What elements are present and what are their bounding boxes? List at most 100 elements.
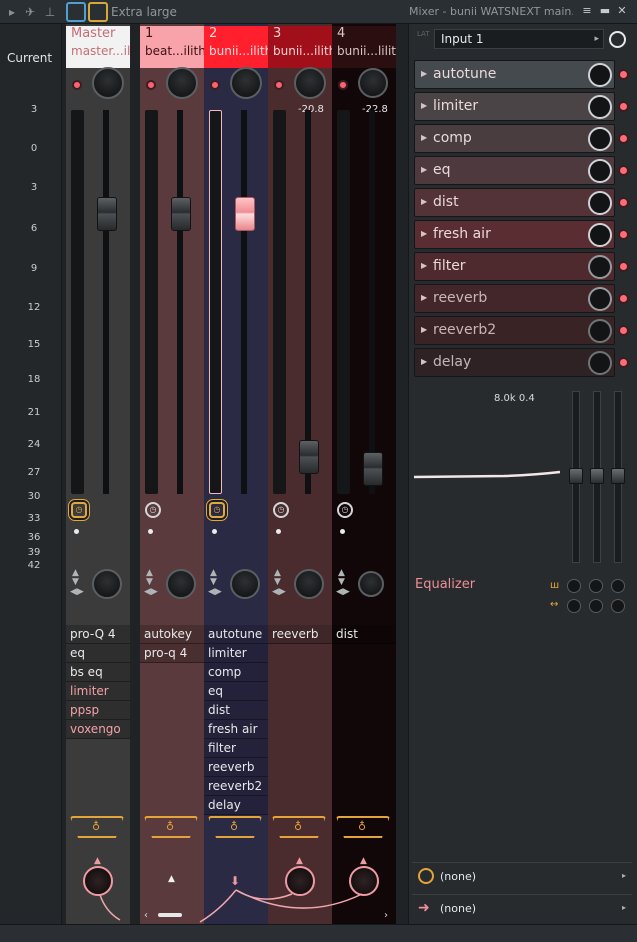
- fx-slot[interactable]: pro-Q 4: [66, 625, 130, 644]
- swap-vertical-icon[interactable]: ▲ ▼: [338, 569, 345, 587]
- volume-fader-track[interactable]: [305, 110, 311, 494]
- swap-vertical-icon[interactable]: ▲ ▼: [146, 569, 153, 587]
- routing-dot[interactable]: [148, 529, 153, 534]
- fx-slot[interactable]: dist: [332, 625, 396, 644]
- slot-enable-toggle[interactable]: [618, 357, 629, 368]
- slot-enable-toggle[interactable]: [618, 69, 629, 80]
- eq-low-width-knob[interactable]: [567, 599, 581, 613]
- fx-slot[interactable]: ppsp: [66, 701, 130, 720]
- fx-slot[interactable]: filter: [204, 739, 268, 758]
- close-icon[interactable]: ✕: [615, 4, 629, 18]
- pan-knob[interactable]: [166, 67, 198, 99]
- mute-toggle[interactable]: [146, 80, 156, 90]
- insert-slot[interactable]: ▶ eq: [414, 156, 615, 185]
- clock-icon[interactable]: ◷: [71, 502, 87, 518]
- mixer-strip-track3[interactable]: 3 bunii...ilith -20.8◷▲▼◀▶reeverb♁▲: [268, 24, 332, 924]
- mix-knob[interactable]: [588, 95, 612, 119]
- stereo-knob[interactable]: [358, 571, 384, 597]
- mix-knob[interactable]: [588, 319, 612, 343]
- volume-fader-cap[interactable]: [299, 440, 319, 474]
- eq-low-cap[interactable]: [569, 468, 583, 484]
- volume-fader-cap[interactable]: [235, 197, 255, 231]
- fx-slot[interactable]: delay: [204, 796, 268, 815]
- fx-slot[interactable]: eq: [204, 682, 268, 701]
- routing-dot[interactable]: [340, 529, 345, 534]
- volume-fader-track[interactable]: [241, 110, 247, 494]
- fx-slot[interactable]: reeverb: [268, 625, 332, 644]
- slot-enable-toggle[interactable]: [618, 165, 629, 176]
- eq-high-gain-knob[interactable]: [611, 579, 625, 593]
- swap-horizontal-icon[interactable]: ◀▶: [336, 587, 350, 597]
- clock-icon[interactable]: ◷: [273, 502, 289, 518]
- clock-icon[interactable]: ◷: [145, 502, 161, 518]
- strip-header[interactable]: 2 bunii...ilith: [204, 26, 268, 68]
- eq-mid-width-knob[interactable]: [589, 599, 603, 613]
- eq-high-cap[interactable]: [611, 468, 625, 484]
- slot-enable-toggle[interactable]: [618, 101, 629, 112]
- insert-slot[interactable]: ▶ fresh air: [414, 220, 615, 249]
- swap-vertical-icon[interactable]: ▲ ▼: [72, 569, 79, 587]
- input-select[interactable]: Input 1 ▸: [434, 29, 604, 49]
- routing-dot[interactable]: [74, 529, 79, 534]
- play-arrow-icon[interactable]: ▸: [4, 4, 20, 20]
- strip-header[interactable]: 3 bunii...ilith: [268, 26, 332, 68]
- swap-horizontal-icon[interactable]: ◀▶: [144, 587, 158, 597]
- mixer-strip-track4[interactable]: 4 bunii...lilith -22.8◷▲▼◀▶dist♁▲›: [332, 24, 396, 924]
- insert-slot[interactable]: ▶ comp: [414, 124, 615, 153]
- swap-vertical-icon[interactable]: ▲ ▼: [210, 569, 217, 587]
- mixer-strip-track2[interactable]: 2 bunii...ilith ◷ ▲ ▼ ◀▶ autotune limiter comp…: [204, 24, 268, 924]
- fx-slot[interactable]: eq: [66, 644, 130, 663]
- mix-knob[interactable]: [588, 127, 612, 151]
- mute-toggle[interactable]: [210, 80, 220, 90]
- pan-knob[interactable]: [294, 67, 326, 99]
- minimize-icon[interactable]: ▬: [598, 4, 612, 18]
- mixer-strip-track1[interactable]: 1 beat...ilith ◷ ▲ ▼ ◀▶ autokey pro-q 4 ♁ ▲ ‹: [140, 24, 204, 924]
- fx-slot[interactable]: autokey: [140, 625, 204, 644]
- fx-slot[interactable]: fresh air: [204, 720, 268, 739]
- eq-mid-cap[interactable]: [590, 468, 604, 484]
- strip-layout-icon[interactable]: [66, 2, 86, 22]
- pin-icon[interactable]: ⊥: [42, 4, 58, 20]
- pan-knob[interactable]: [358, 68, 388, 98]
- volume-fader-cap[interactable]: [171, 197, 191, 231]
- mixer-size-label[interactable]: Extra large: [111, 5, 177, 19]
- slot-enable-toggle[interactable]: [618, 133, 629, 144]
- swap-vertical-icon[interactable]: ▲ ▼: [274, 569, 281, 587]
- mix-knob[interactable]: [588, 159, 612, 183]
- fx-slot[interactable]: comp: [204, 663, 268, 682]
- mute-toggle[interactable]: [338, 80, 348, 90]
- eq-low-gain-knob[interactable]: [567, 579, 581, 593]
- fx-slot[interactable]: dist: [204, 701, 268, 720]
- routing-dot[interactable]: [276, 529, 281, 534]
- insert-slot[interactable]: ▶ delay: [414, 348, 615, 377]
- pan-knob[interactable]: [230, 67, 262, 99]
- eq-high-width-knob[interactable]: [611, 599, 625, 613]
- eq-mid-gain-knob[interactable]: [589, 579, 603, 593]
- pan-knob[interactable]: [92, 67, 124, 99]
- mute-toggle[interactable]: [72, 80, 82, 90]
- fx-slot[interactable]: limiter: [66, 682, 130, 701]
- mix-knob[interactable]: [588, 287, 612, 311]
- input-route-row[interactable]: (none) ▸: [412, 862, 632, 890]
- routing-dot[interactable]: [212, 529, 217, 534]
- mix-knob[interactable]: [588, 351, 612, 375]
- slot-enable-toggle[interactable]: [618, 229, 629, 240]
- output-route-row[interactable]: ➜ (none) ▸: [412, 894, 632, 922]
- fx-slot[interactable]: autotune: [204, 625, 268, 644]
- stereo-knob[interactable]: [92, 569, 122, 599]
- fx-slot[interactable]: pro-q 4: [140, 644, 204, 663]
- strip-header[interactable]: 1 beat...ilith: [140, 26, 204, 68]
- insert-slot[interactable]: ▶ dist: [414, 188, 615, 217]
- stereo-knob[interactable]: [230, 569, 260, 599]
- fx-slot[interactable]: bs eq: [66, 663, 130, 682]
- clock-icon[interactable]: [609, 31, 626, 48]
- insert-slot[interactable]: ▶ reeverb2: [414, 316, 615, 345]
- strip-header[interactable]: Master master...ilith: [66, 26, 130, 68]
- slot-enable-toggle[interactable]: [618, 293, 629, 304]
- fx-slot[interactable]: reeverb2: [204, 777, 268, 796]
- volume-fader-cap[interactable]: [97, 197, 117, 231]
- slot-enable-toggle[interactable]: [618, 261, 629, 272]
- insert-slot[interactable]: ▶ autotune: [414, 60, 615, 89]
- insert-slot[interactable]: ▶ filter: [414, 252, 615, 281]
- stereo-knob[interactable]: [166, 569, 196, 599]
